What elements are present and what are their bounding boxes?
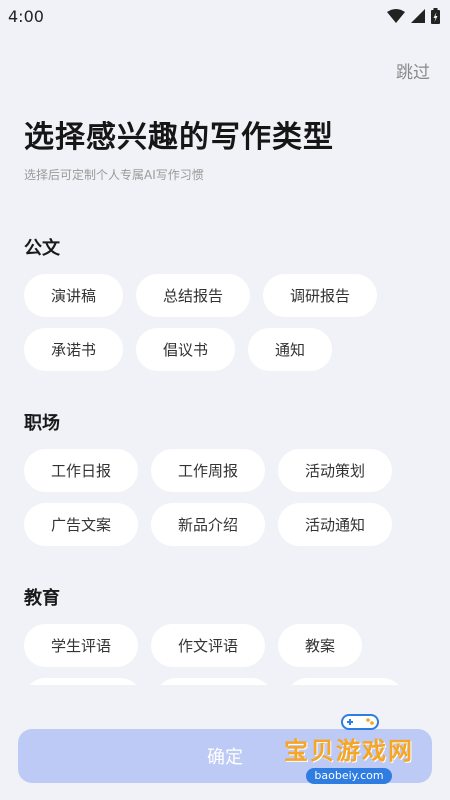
tag-option[interactable]: 作文评语 (151, 624, 266, 667)
status-icons (387, 8, 440, 24)
tag-option[interactable]: 活动策划 (278, 449, 393, 492)
section-workplace: 职场 工作日报 工作周报 活动策划 广告文案 新品介绍 活动通知 (0, 409, 450, 546)
cellular-signal-icon (411, 9, 425, 23)
section-education: 教育 学生评语 作文评语 教案 (0, 584, 450, 685)
tag-option[interactable]: 承诺书 (24, 328, 124, 371)
tag-option[interactable]: 倡议书 (136, 328, 236, 371)
tag-option[interactable]: 工作周报 (151, 449, 266, 492)
tag-list: 工作日报 工作周报 活动策划 广告文案 新品介绍 活动通知 (24, 449, 434, 546)
section-title: 公文 (24, 238, 60, 259)
tag-option[interactable]: 学生评语 (24, 624, 139, 667)
tag-option[interactable]: 教案 (278, 624, 363, 667)
gamepad-icon (341, 714, 379, 730)
status-time: 4:00 (8, 6, 44, 26)
tag-option[interactable]: 通知 (248, 328, 333, 371)
page-subtitle: 选择后可定制个人专属AI写作习惯 (24, 168, 204, 182)
tag-option[interactable]: 总结报告 (136, 274, 251, 317)
skip-button[interactable]: 跳过 (396, 58, 430, 83)
tag-option[interactable]: 演讲稿 (24, 274, 124, 317)
tag-list: 演讲稿 总结报告 调研报告 承诺书 倡议书 通知 (24, 274, 434, 371)
status-bar: 4:00 (0, 0, 450, 32)
tag-option[interactable]: 调研报告 (263, 274, 378, 317)
tag-option[interactable] (24, 678, 142, 685)
tag-list: 学生评语 作文评语 教案 (24, 624, 434, 685)
section-title: 教育 (24, 588, 60, 609)
category-scroll-area[interactable]: 公文 演讲稿 总结报告 调研报告 承诺书 倡议书 通知 职场 工作日报 工作周报… (0, 220, 450, 685)
tag-option[interactable]: 广告文案 (24, 503, 139, 546)
watermark-url: baobeiy.com (306, 768, 392, 784)
watermark: 宝贝游戏网 baobeiy.com (274, 714, 424, 784)
tag-option[interactable] (155, 678, 273, 685)
tag-option[interactable] (286, 678, 404, 685)
battery-icon (431, 8, 440, 24)
section-title: 职场 (24, 413, 60, 434)
tag-option[interactable]: 工作日报 (24, 449, 139, 492)
tag-option[interactable]: 活动通知 (278, 503, 393, 546)
section-official-documents: 公文 演讲稿 总结报告 调研报告 承诺书 倡议书 通知 (0, 234, 450, 371)
wifi-icon (387, 9, 405, 23)
watermark-text: 宝贝游戏网 (284, 737, 414, 765)
page-title: 选择感兴趣的写作类型 (24, 120, 334, 155)
tag-option[interactable]: 新品介绍 (151, 503, 266, 546)
